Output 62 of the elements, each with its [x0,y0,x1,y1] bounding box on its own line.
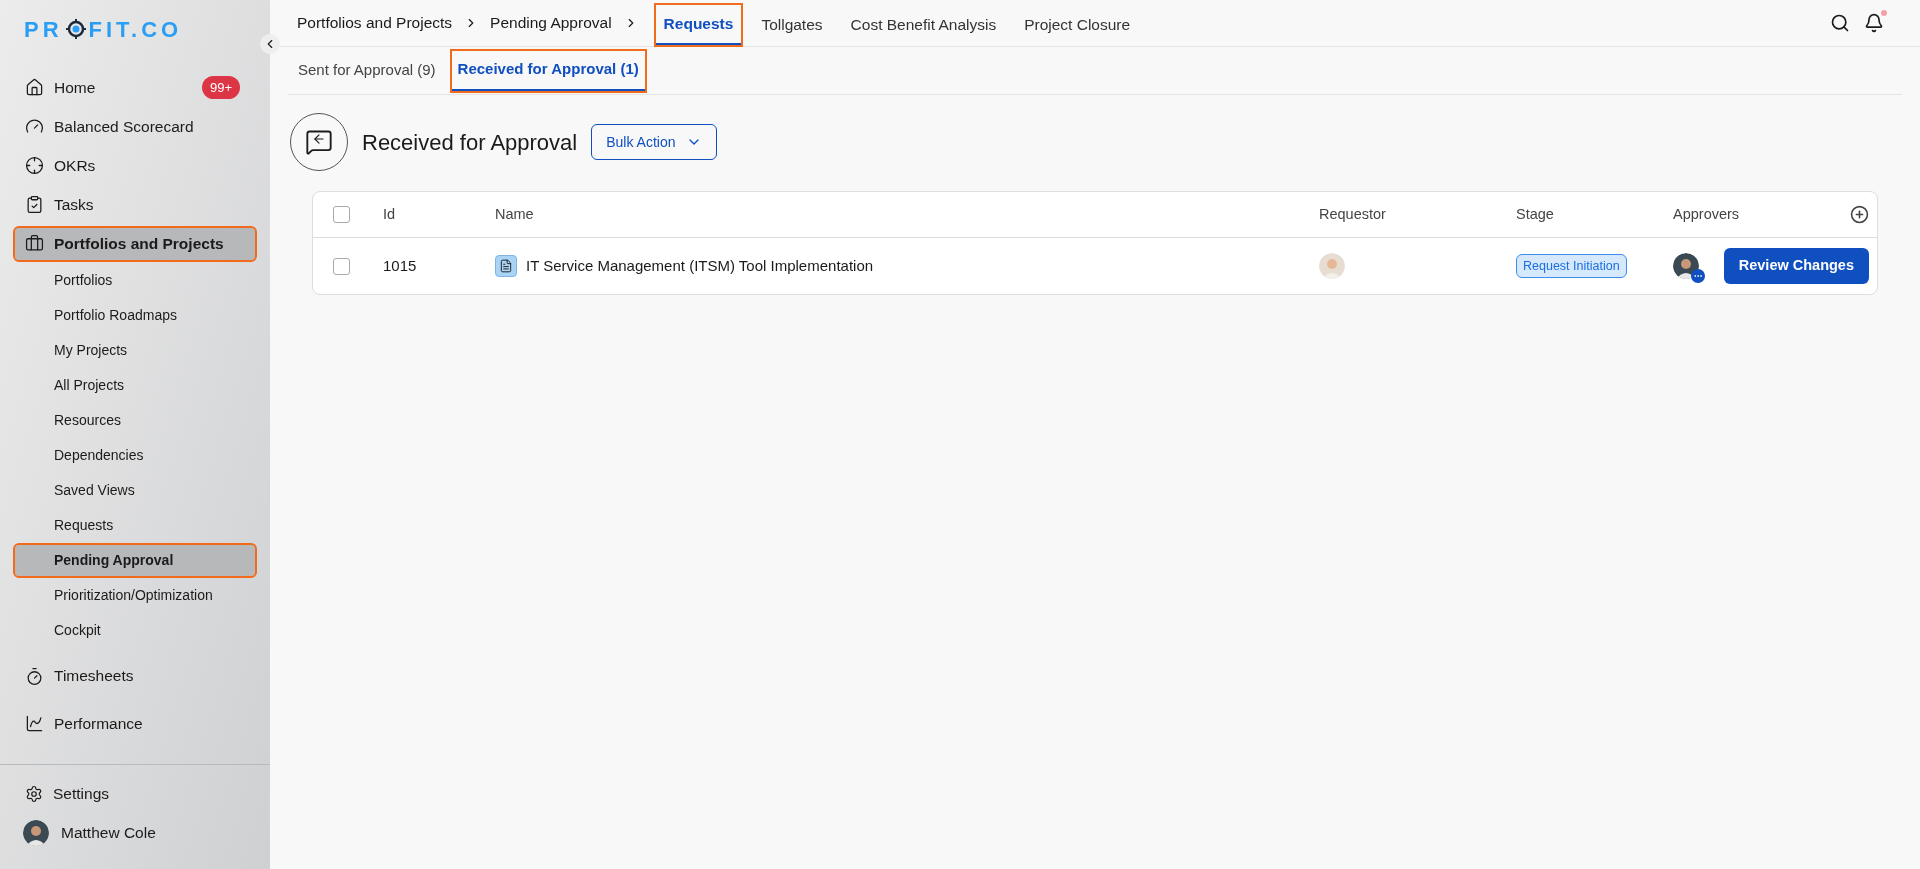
clipboard-icon [25,195,44,214]
sidebar-subitem[interactable]: Pending Approval [15,545,255,576]
settings-icon [25,785,43,803]
target-logo-icon [65,19,86,39]
sidebar-item[interactable]: Portfolios and Projects [15,227,255,260]
request-name-link[interactable]: IT Service Management (ITSM) Tool Implementation [526,254,874,278]
sidebar-item[interactable]: Balanced Scorecard [15,110,255,143]
home-icon [25,78,44,97]
bulk-action-dropdown[interactable]: Bulk Action [591,124,717,160]
nav-tab[interactable]: Requests [655,4,742,45]
approver-avatar [1673,253,1699,279]
sidebar-subitem[interactable]: Portfolio Roadmaps [15,300,255,331]
requestor-avatar [1319,253,1345,279]
sidebar-item[interactable]: Home 99+ [15,71,255,104]
document-icon [495,255,517,277]
column-header: Stage [1516,204,1555,224]
sidebar-item[interactable]: Timesheets [15,660,255,692]
add-column-icon[interactable] [1850,205,1869,224]
sidebar-item[interactable]: Tasks [15,188,255,221]
sidebar-subitem[interactable]: Saved Views [15,475,255,506]
briefcase-icon [25,234,44,253]
sub-tab[interactable]: Sent for Approval (9) [292,50,442,91]
nav-tab[interactable]: Tollgates [753,4,831,45]
gauge-icon [25,117,44,136]
sidebar-item[interactable]: Performance [15,707,255,740]
sidebar-subitem[interactable]: Portfolios [15,265,255,296]
stage-tag: Request Initiation [1516,253,1627,279]
user-profile[interactable]: Matthew Cole [15,813,255,853]
target-icon [25,156,44,175]
sidebar-subitem[interactable]: Cockpit [15,615,255,646]
notifications-button[interactable] [1864,13,1884,33]
column-header: Id [383,204,397,224]
sidebar-subitem[interactable]: Dependencies [15,440,255,471]
column-header: Name [495,204,535,224]
logo-text: FIT.CO [88,15,183,44]
sub-tab[interactable]: Received for Approval (1) [451,50,645,91]
stopwatch-icon [25,666,44,686]
sidebar-subitem[interactable]: Prioritization/Optimization [15,580,255,611]
column-header: Requestor [1319,204,1387,224]
logo-text: PR [24,15,63,44]
page-title: Received for Approval [362,128,578,157]
sidebar-item[interactable]: OKRs [15,149,255,182]
sidebar-subitem[interactable]: All Projects [15,370,255,401]
search-icon[interactable] [1830,13,1850,33]
line-chart-icon [25,714,44,733]
collapse-button[interactable] [260,34,280,54]
breadcrumb-link[interactable]: Portfolios and Projects [297,11,453,35]
table-cell-text: 1015 [383,255,418,276]
settings-item[interactable]: Settings [15,775,255,813]
nav-tab[interactable]: Project Closure [1016,4,1139,45]
sidebar-subitem[interactable]: Requests [15,510,255,541]
sidebar-subitem[interactable]: Resources [15,405,255,436]
nav-tab[interactable]: Cost Benefit Analysis [842,4,1005,45]
select-all-checkbox[interactable] [333,206,350,223]
count-badge: 99+ [201,75,240,100]
more-icon[interactable] [1691,269,1705,283]
sidebar-subitem[interactable]: My Projects [15,335,255,366]
review-changes-button[interactable]: Review Changes [1723,248,1869,284]
user-avatar [23,820,49,846]
row-checkbox[interactable] [333,257,350,275]
column-header: Approvers [1673,204,1741,224]
breadcrumb-link[interactable]: Pending Approval [490,11,612,35]
